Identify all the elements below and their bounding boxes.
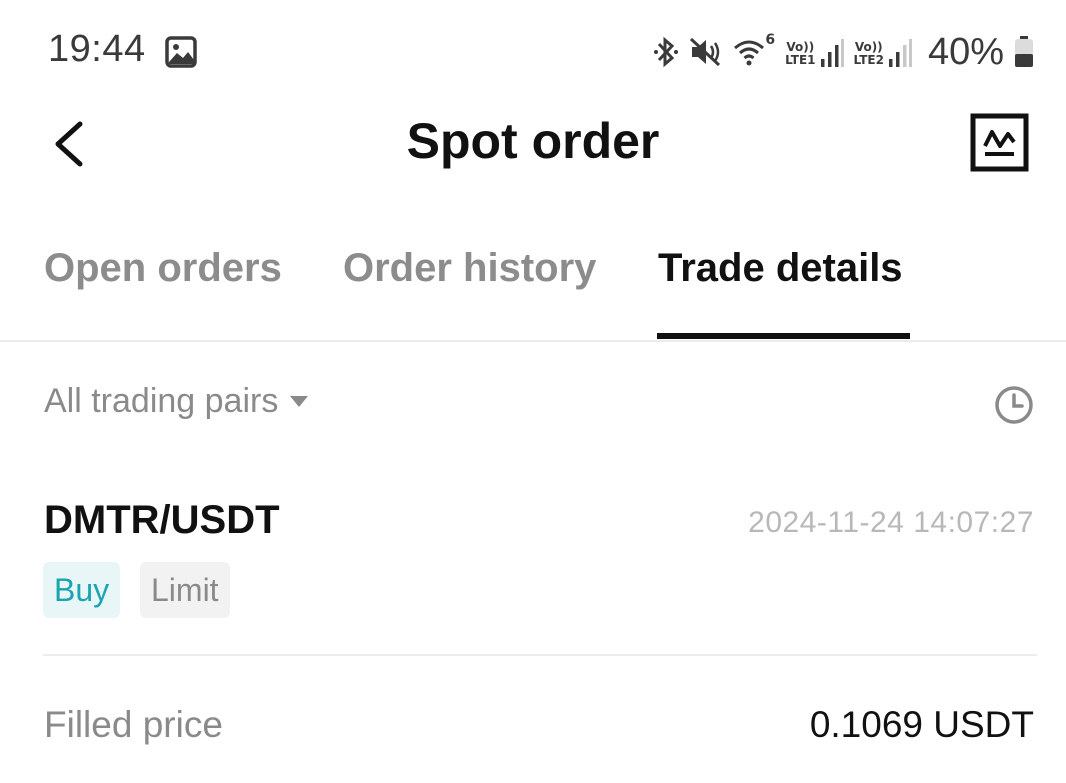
clock-icon[interactable] <box>994 385 1034 425</box>
wifi-badge: 6 <box>765 32 776 48</box>
battery-icon <box>1015 36 1033 67</box>
signal-icon-2 <box>888 39 912 67</box>
mute-icon <box>690 37 721 67</box>
trade-timestamp: 2024-11-24 14:07:27 <box>748 506 1034 539</box>
sim2-indicator: Vo)) LTE2 <box>854 37 912 67</box>
battery-percent: 40% <box>927 30 1004 73</box>
status-time: 19:44 <box>48 28 146 70</box>
tab-open-orders[interactable]: Open orders <box>44 246 282 291</box>
caret-down-icon <box>290 396 309 407</box>
filled-price-label: Filled price <box>44 704 223 745</box>
sim1-indicator: Vo)) LTE1 <box>785 37 844 67</box>
trading-pair: DMTR/USDT <box>44 498 280 542</box>
wifi-indicator: 6 <box>733 32 776 70</box>
filled-price-value: 0.1069 USDT <box>809 704 1034 745</box>
divider <box>43 654 1037 656</box>
chart-icon[interactable] <box>970 112 1030 172</box>
tab-bar: Open orders Order history Trade details <box>0 230 1066 342</box>
trading-pair-filter[interactable]: All trading pairs <box>44 382 309 421</box>
signal-icon <box>820 39 844 67</box>
page-title: Spot order <box>406 113 660 169</box>
sim1-label: LTE1 <box>785 53 816 67</box>
tab-trade-details[interactable]: Trade details <box>658 246 903 291</box>
tab-order-history[interactable]: Order history <box>343 246 596 291</box>
sim2-label: LTE2 <box>853 53 884 67</box>
bluetooth-icon <box>654 36 679 68</box>
active-tab-indicator <box>657 333 910 339</box>
filter-label: All trading pairs <box>44 382 279 420</box>
side-badge: Buy <box>43 562 121 618</box>
order-type-badge: Limit <box>140 562 230 618</box>
status-icons: 6 Vo)) LTE1 Vo)) LTE2 40% <box>653 30 1034 74</box>
gallery-icon <box>165 36 197 68</box>
app-header: Spot order <box>0 100 1066 200</box>
wifi-icon <box>734 40 765 66</box>
status-bar: 19:44 6 Vo)) LTE1 Vo)) LTE2 40% <box>0 0 1066 100</box>
